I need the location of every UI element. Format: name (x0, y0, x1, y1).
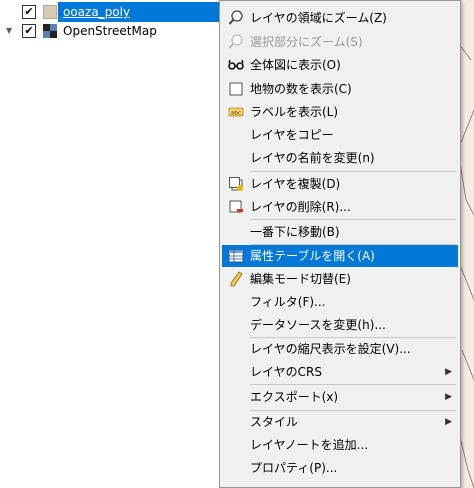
menu-show-feature-count[interactable]: 地物の数を表示(C) (222, 78, 458, 100)
menu-open-attribute-table[interactable]: 属性テーブルを開く(A) (222, 245, 458, 267)
layer-visibility-checkbox[interactable]: ✔ (22, 24, 36, 38)
raster-layer-icon (43, 24, 57, 38)
menu-item-label: 地物の数を表示(C) (250, 82, 352, 96)
menu-move-to-bottom[interactable]: 一番下に移動(B) (222, 221, 458, 243)
layer-name: ooaza_poly (63, 5, 131, 19)
submenu-arrow-icon: ▶ (445, 417, 452, 427)
layers-panel: ✔ ooaza_poly ▼ ✔ OpenStreetMap (0, 0, 246, 488)
menu-duplicate-layer[interactable]: レイヤを複製(D) (222, 173, 458, 195)
zoom-to-selection-icon (228, 34, 243, 49)
menu-item-label: レイヤの削除(R)... (250, 200, 351, 214)
menu-item-label: レイヤの縮尺表示を設定(V)... (250, 342, 411, 356)
menu-item-label: レイヤを複製(D) (250, 177, 341, 191)
menu-rename-layer[interactable]: レイヤの名前を変更(n) (222, 147, 458, 169)
menu-separator (250, 384, 456, 385)
submenu-arrow-icon: ▶ (445, 367, 452, 377)
menu-item-label: 編集モード切替(E) (250, 272, 351, 286)
menu-show-in-overview[interactable]: 全体図に表示(O) (222, 54, 458, 76)
menu-item-label: ラベルを表示(L) (250, 105, 339, 119)
layer-name: OpenStreetMap (63, 24, 157, 38)
layer-visibility-checkbox[interactable]: ✔ (22, 5, 36, 19)
menu-add-layer-notes[interactable]: レイヤノートを追加... (222, 434, 458, 456)
attribute-table-icon (228, 249, 244, 263)
menu-separator (250, 219, 456, 220)
menu-remove-layer[interactable]: レイヤの削除(R)... (222, 196, 458, 218)
menu-item-label: レイヤをコピー (250, 128, 334, 142)
layer-context-menu: レイヤの領域にズーム(Z) 選択部分にズーム(S) 全体図に表示(O) 地物の数… (219, 0, 461, 488)
menu-item-label: レイヤノートを追加... (250, 438, 369, 452)
menu-item-label: 全体図に表示(O) (250, 58, 341, 72)
checkbox-icon (229, 82, 243, 96)
menu-item-label: データソースを変更(h)... (250, 318, 386, 332)
menu-zoom-to-selection[interactable]: 選択部分にズーム(S) (222, 31, 458, 53)
menu-item-label: レイヤの領域にズーム(Z) (250, 11, 387, 25)
expand-arrow-icon[interactable]: ▼ (6, 21, 14, 41)
layer-row-ooaza-poly[interactable]: ✔ ooaza_poly (0, 2, 240, 22)
menu-set-scale-visibility[interactable]: レイヤの縮尺表示を設定(V)... (222, 338, 458, 360)
menu-export[interactable]: エクスポート(x) ▶ (222, 386, 458, 408)
menu-item-label: プロパティ(P)... (250, 461, 338, 475)
svg-text:abc: abc (231, 111, 241, 117)
menu-filter[interactable]: フィルタ(F)... (222, 291, 458, 313)
menu-item-label: エクスポート(x) (250, 390, 339, 404)
zoom-to-layer-icon (228, 10, 243, 25)
pencil-icon (230, 271, 243, 287)
remove-layer-icon (229, 200, 243, 213)
menu-change-data-source[interactable]: データソースを変更(h)... (222, 314, 458, 336)
menu-copy-layer[interactable]: レイヤをコピー (222, 124, 458, 146)
menu-item-label: レイヤのCRS (250, 365, 322, 379)
menu-item-label: 属性テーブルを開く(A) (250, 249, 375, 263)
label-abc-icon: abc (228, 107, 244, 117)
menu-layer-crs[interactable]: レイヤのCRS ▶ (222, 361, 458, 383)
polygon-symbol-icon (43, 5, 57, 19)
menu-item-label: フィルタ(F)... (250, 295, 326, 309)
menu-item-label: スタイル (250, 415, 299, 429)
menu-properties[interactable]: プロパティ(P)... (222, 457, 458, 479)
menu-separator (250, 171, 456, 172)
menu-show-labels[interactable]: abc ラベルを表示(L) (222, 101, 458, 123)
menu-zoom-to-layer[interactable]: レイヤの領域にズーム(Z) (222, 7, 458, 29)
menu-item-label: レイヤの名前を変更(n) (250, 151, 375, 165)
menu-item-label: 選択部分にズーム(S) (250, 35, 363, 49)
submenu-arrow-icon: ▶ (445, 392, 452, 402)
menu-item-label: 一番下に移動(B) (250, 225, 340, 239)
duplicate-layer-icon (229, 177, 243, 191)
menu-style[interactable]: スタイル ▶ (222, 411, 458, 433)
overview-glasses-icon (228, 59, 244, 70)
menu-toggle-editing[interactable]: 編集モード切替(E) (222, 268, 458, 290)
layer-row-openstreetmap[interactable]: ▼ ✔ OpenStreetMap (0, 21, 240, 41)
